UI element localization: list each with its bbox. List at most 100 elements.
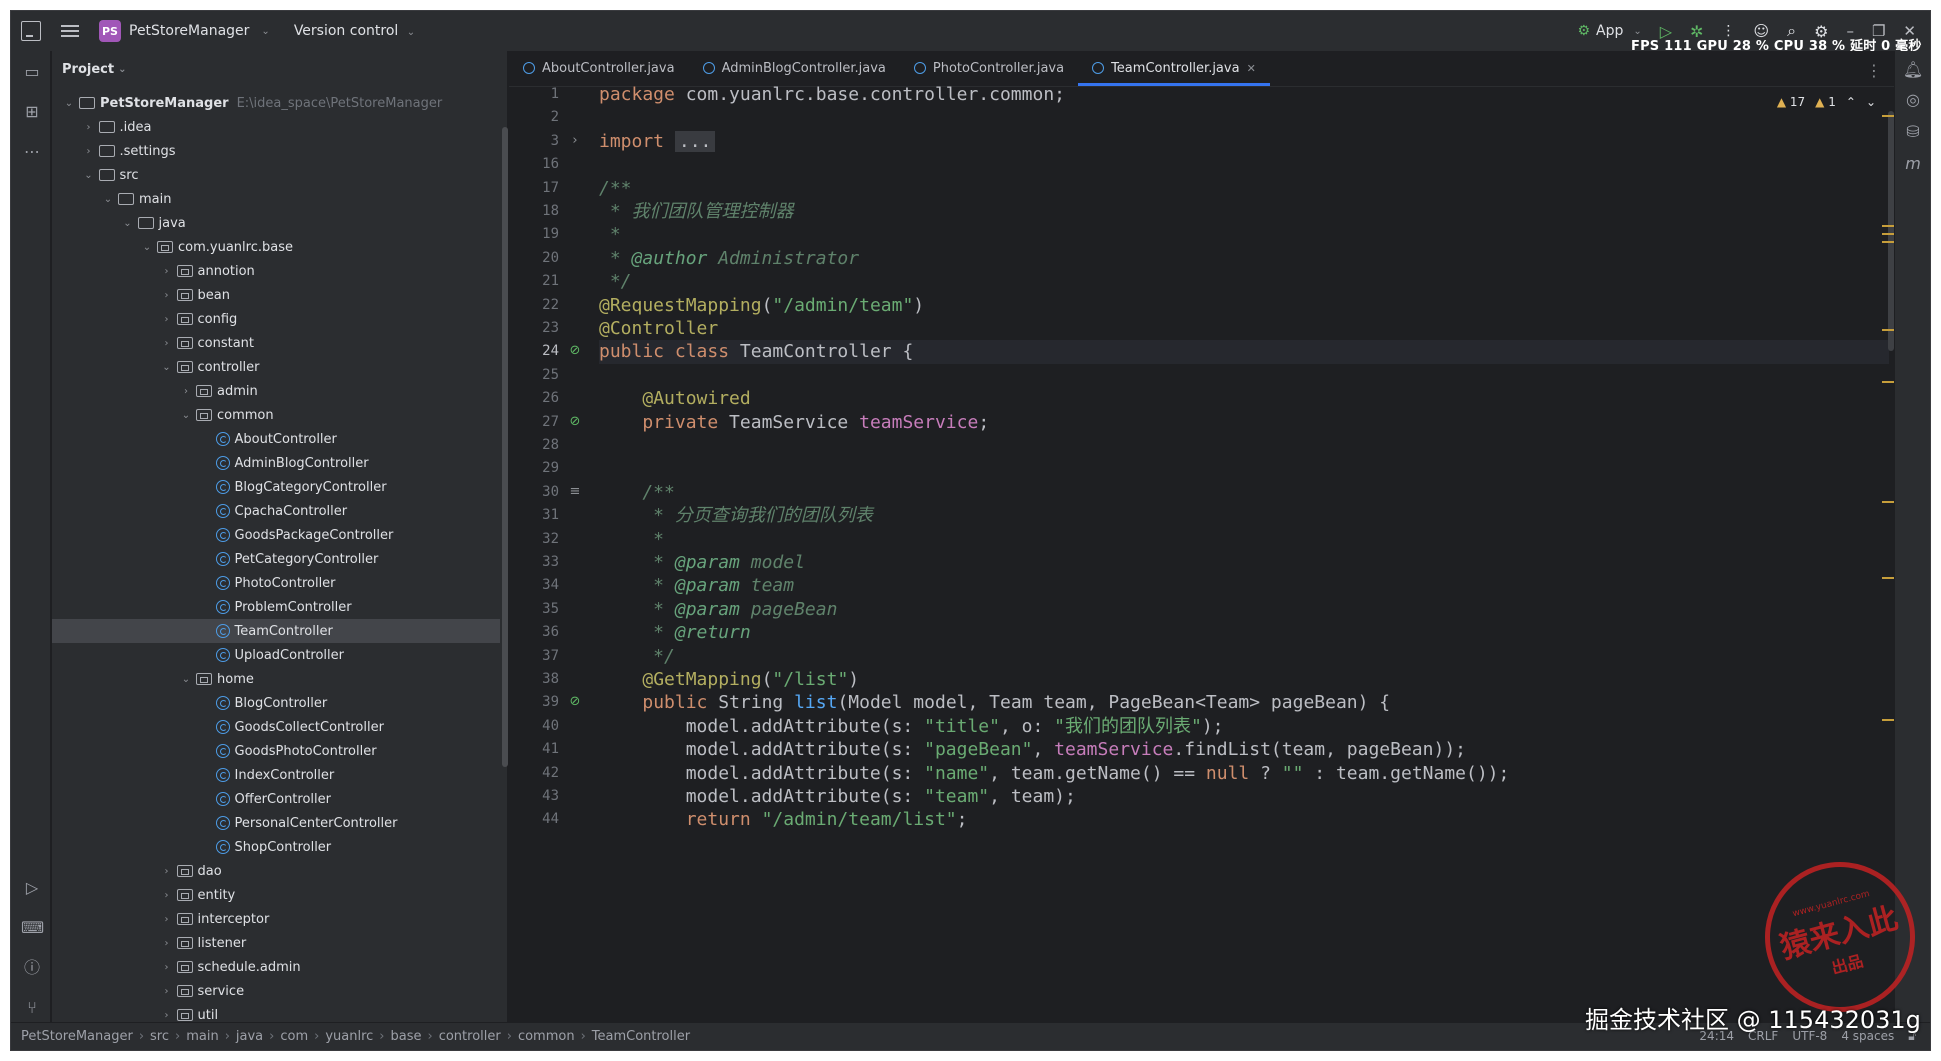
chevron-down-icon[interactable]: ⌄ (140, 242, 154, 253)
breadcrumb-item[interactable]: controller (439, 1029, 501, 1044)
chevron-down-icon[interactable]: ⌄ (62, 98, 76, 109)
warning-stripe[interactable] (1882, 501, 1894, 503)
tree-folder-item[interactable]: › dao (52, 859, 500, 883)
tabs-more-icon[interactable]: ⋮ (1866, 61, 1882, 80)
chevron-right-icon[interactable]: › (160, 938, 174, 949)
chevron-right-icon[interactable]: › (160, 890, 174, 901)
line-number[interactable]: 37 (509, 648, 559, 664)
line-number[interactable]: 25 (509, 367, 559, 383)
tree-folder-item[interactable]: › .settings (52, 139, 500, 163)
code-line[interactable]: * @author Administrator (599, 247, 859, 271)
chevron-down-icon[interactable]: ⌄ (101, 194, 115, 205)
chevron-right-icon[interactable]: › (160, 338, 174, 349)
code-line[interactable]: @GetMapping("/list") (599, 668, 859, 692)
chevron-right-icon[interactable]: › (160, 290, 174, 301)
chevron-down-icon[interactable]: ⌄ (160, 362, 174, 373)
line-number[interactable]: 28 (509, 437, 559, 453)
project-panel-header[interactable]: Project ⌄ (52, 51, 507, 87)
tree-class-item[interactable]: AdminBlogController (52, 451, 500, 475)
code-line[interactable]: * @param pageBean (599, 598, 837, 622)
chevron-down-icon[interactable]: ⌄ (179, 410, 193, 421)
line-number[interactable]: 23 (509, 320, 559, 336)
code-line[interactable]: public String list(Model model, Team tea… (599, 691, 1390, 715)
line-number[interactable]: 40 (509, 718, 559, 734)
line-number[interactable]: 32 (509, 531, 559, 547)
line-number[interactable]: 22 (509, 297, 559, 313)
breadcrumb-item[interactable]: java (236, 1029, 263, 1044)
code-line[interactable]: @Controller (599, 317, 718, 341)
chevron-down-icon[interactable]: ⌄ (82, 170, 96, 181)
problems-icon[interactable]: ⓘ (21, 957, 43, 979)
tree-folder-item[interactable]: › annotion (52, 259, 500, 283)
tree-folder-item[interactable]: › schedule.admin (52, 955, 500, 979)
code-line[interactable]: package com.yuanlrc.base.controller.comm… (599, 83, 1065, 107)
chevron-right-icon[interactable]: › (160, 914, 174, 925)
editor-tab[interactable]: AboutController.java (509, 50, 689, 86)
notifications-bell-icon[interactable]: 🔔︎ (1902, 59, 1924, 81)
terminal-icon[interactable]: ⌨ (21, 917, 44, 939)
jetbrains-logo-icon[interactable] (21, 21, 41, 41)
breadcrumb-item[interactable]: main (186, 1029, 218, 1044)
tree-folder-item[interactable]: › interceptor (52, 907, 500, 931)
warning-stripe[interactable] (1882, 329, 1894, 331)
project-switcher[interactable]: PS PetStoreManager ⌄ (99, 20, 270, 42)
tree-class-item[interactable]: IndexController (52, 763, 500, 787)
tree-class-item[interactable]: AboutController (52, 427, 500, 451)
line-number[interactable]: 27 (509, 414, 559, 430)
line-number[interactable]: 26 (509, 390, 559, 406)
code-line[interactable]: import ... (599, 130, 716, 154)
doc-render-icon[interactable]: ≡ (567, 484, 583, 500)
fold-chevron-icon[interactable]: › (567, 133, 583, 149)
code-line[interactable]: @Autowired (599, 387, 750, 411)
editor-tab[interactable]: TeamController.java ✕ (1078, 50, 1270, 86)
line-number[interactable]: 1 (509, 86, 559, 102)
line-number[interactable]: 35 (509, 601, 559, 617)
code-line[interactable]: public class TeamController { (599, 340, 913, 364)
tree-folder-item[interactable]: › config (52, 307, 500, 331)
line-number[interactable]: 43 (509, 788, 559, 804)
code-area[interactable]: package com.yuanlrc.base.controller.comm… (599, 84, 1889, 1024)
main-menu-icon[interactable] (61, 25, 79, 37)
tree-folder-item[interactable]: ⌄ com.yuanlrc.base (52, 235, 500, 259)
chevron-right-icon[interactable]: › (82, 146, 96, 157)
warning-stripe[interactable] (1882, 577, 1894, 579)
tree-class-item[interactable]: BlogCategoryController (52, 475, 500, 499)
code-line[interactable]: * (599, 528, 664, 552)
code-line[interactable]: private TeamService teamService; (599, 411, 989, 435)
tree-folder-item[interactable]: ⌄ home (52, 667, 500, 691)
line-number[interactable]: 16 (509, 156, 559, 172)
code-line[interactable]: @RequestMapping("/admin/team") (599, 294, 924, 318)
code-line[interactable]: model.addAttribute(s: "title", o: "我们的团队… (599, 715, 1224, 739)
warning-stripe[interactable] (1882, 381, 1894, 383)
breadcrumb-item[interactable]: PetStoreManager (21, 1029, 133, 1044)
line-number[interactable]: 44 (509, 811, 559, 827)
project-scrollbar[interactable] (502, 127, 508, 767)
chevron-right-icon[interactable]: › (160, 1010, 174, 1021)
tree-folder-item[interactable]: ⌄ main (52, 187, 500, 211)
tree-class-item[interactable]: GoodsPackageController (52, 523, 500, 547)
tree-folder-item[interactable]: › entity (52, 883, 500, 907)
code-line[interactable]: return "/admin/team/list"; (599, 808, 968, 832)
tree-folder-item[interactable]: › .idea (52, 115, 500, 139)
tree-folder-item[interactable]: ⌄ controller (52, 355, 500, 379)
line-number[interactable]: 21 (509, 273, 559, 289)
code-line[interactable]: * 分页查询我们的团队列表 (599, 504, 873, 528)
editor-tab[interactable]: PhotoController.java (900, 50, 1078, 86)
line-number[interactable]: 31 (509, 507, 559, 523)
code-line[interactable]: */ (599, 645, 675, 669)
line-number[interactable]: 19 (509, 226, 559, 242)
tree-class-item[interactable]: CpachaController (52, 499, 500, 523)
line-number[interactable]: 2 (509, 109, 559, 125)
breadcrumb-item[interactable]: com (280, 1029, 308, 1044)
tree-class-item[interactable]: TeamController (52, 619, 500, 643)
maven-icon[interactable]: m (1902, 153, 1924, 175)
code-line[interactable]: /** (599, 177, 632, 201)
chevron-right-icon[interactable]: › (160, 266, 174, 277)
code-line[interactable]: model.addAttribute(s: "pageBean", teamSe… (599, 738, 1466, 762)
breadcrumb-item[interactable]: common (518, 1029, 575, 1044)
tree-folder-item[interactable]: ⌄ PetStoreManager E:\idea_space\PetStoreMa… (52, 91, 500, 115)
chevron-down-icon[interactable]: ⌄ (121, 218, 135, 229)
spring-mapping-icon[interactable]: ⊘ (567, 694, 583, 710)
git-icon[interactable]: ⑂ (21, 997, 43, 1019)
spring-bean-icon[interactable]: ⊘ (567, 343, 583, 359)
